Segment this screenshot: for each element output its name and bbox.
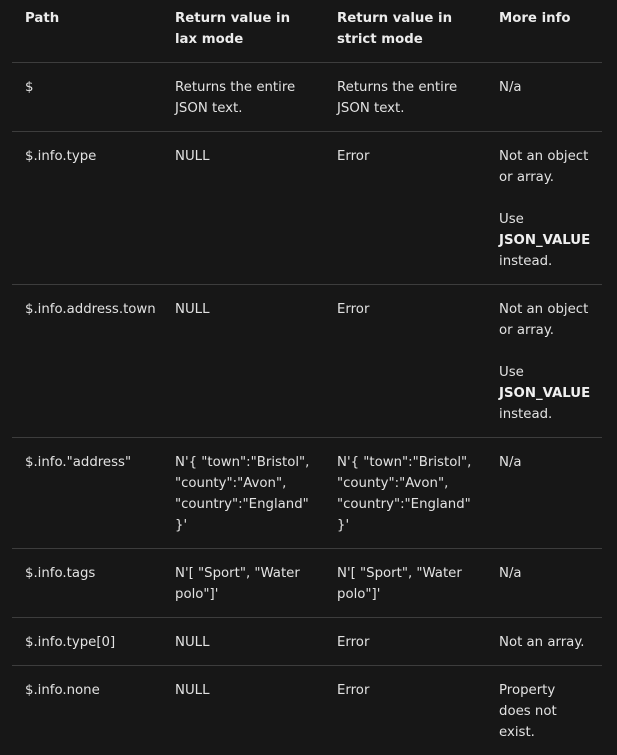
cell-lax-value: N'[ "Sport", "Water polo"]' [162,549,324,618]
header-more-info: More info [486,0,602,63]
json-path-results-table: Path Return value in lax mode Return val… [12,0,602,755]
table-body: $ Returns the entire JSON text. Returns … [12,63,602,755]
cell-more-info: Not an object or array. Use JSON_VALUEins… [486,285,602,438]
header-row: Path Return value in lax mode Return val… [12,0,602,63]
cell-more-info: Not an array. [486,618,602,666]
cell-more-info: N/a [486,438,602,549]
info-hint-post: instead. [499,254,552,269]
cell-path: $.info.type[0] [12,618,162,666]
cell-strict-value: Returns the entire JSON text. [324,63,486,132]
table-row: $.info."address" N'{ "town":"Bristol", "… [12,438,602,549]
info-hint-pre: Use [499,365,524,380]
table-row: $.info.tags N'[ "Sport", "Water polo"]' … [12,549,602,618]
cell-path: $.info."address" [12,438,162,549]
cell-path: $ [12,63,162,132]
json-value-function: JSON_VALUE [499,386,590,401]
table-header: Path Return value in lax mode Return val… [12,0,602,63]
cell-more-info: N/a [486,63,602,132]
info-hint: Use JSON_VALUE instead. [499,209,590,272]
info-hint: Use JSON_VALUE instead. [499,362,590,425]
cell-path: $.info.tags [12,549,162,618]
info-text: Not an object or array. [499,146,590,188]
table-row: $.info.none NULL Error Property does not… [12,666,602,755]
json-value-function: JSON_VALUE [499,233,590,248]
table-row: $ Returns the entire JSON text. Returns … [12,63,602,132]
cell-path: $.info.address.town [12,285,162,438]
header-strict-mode: Return value in strict mode [324,0,486,63]
info-text: N/a [499,563,590,584]
cell-lax-value: NULL [162,285,324,438]
cell-more-info: Property does not exist. [486,666,602,755]
cell-strict-value: Error [324,666,486,755]
info-hint-pre: Use [499,212,524,227]
cell-lax-value: NULL [162,132,324,285]
table-row: $.info.type NULL Error Not an object or … [12,132,602,285]
header-path: Path [12,0,162,63]
info-text: N/a [499,452,590,473]
cell-strict-value: N'{ "town":"Bristol", "county":"Avon", "… [324,438,486,549]
info-hint-post: instead. [499,407,552,422]
cell-strict-value: Error [324,285,486,438]
cell-lax-value: Returns the entire JSON text. [162,63,324,132]
cell-path: $.info.type [12,132,162,285]
cell-more-info: Not an object or array. Use JSON_VALUEins… [486,132,602,285]
cell-lax-value: N'{ "town":"Bristol", "county":"Avon", "… [162,438,324,549]
json-path-table-page: Path Return value in lax mode Return val… [0,0,617,724]
cell-path: $.info.none [12,666,162,755]
info-text: Not an array. [499,632,590,653]
cell-strict-value: Error [324,132,486,285]
cell-lax-value: NULL [162,618,324,666]
table-row: $.info.address.town NULL Error Not an ob… [12,285,602,438]
cell-lax-value: NULL [162,666,324,755]
cell-strict-value: N'[ "Sport", "Water polo"]' [324,549,486,618]
cell-more-info: N/a [486,549,602,618]
info-text: Property does not exist. [499,680,590,743]
info-text: Not an object or array. [499,299,590,341]
cell-strict-value: Error [324,618,486,666]
info-text: N/a [499,77,590,98]
table-row: $.info.type[0] NULL Error Not an array. [12,618,602,666]
header-lax-mode: Return value in lax mode [162,0,324,63]
